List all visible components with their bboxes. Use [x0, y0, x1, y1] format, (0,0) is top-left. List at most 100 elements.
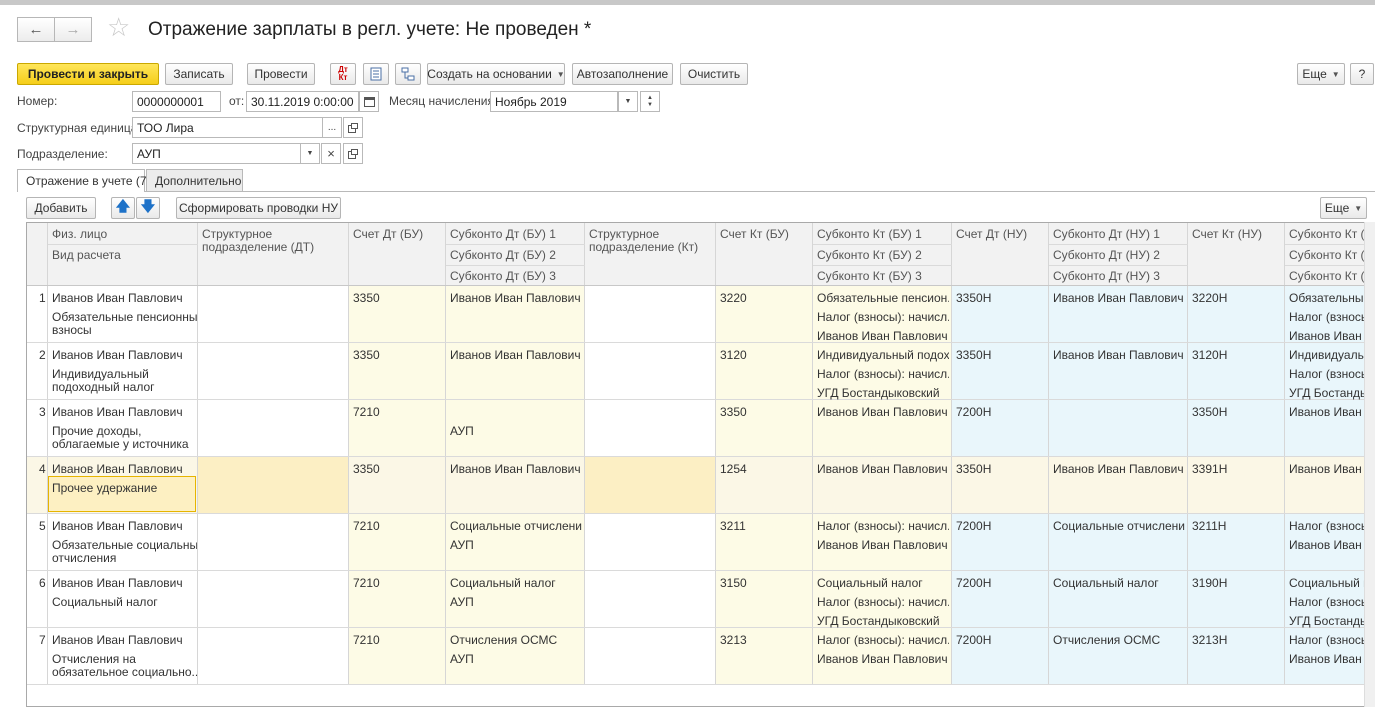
- cell-dt-bu: 7210: [353, 406, 380, 419]
- department-clear-button[interactable]: ×: [321, 143, 341, 164]
- favorite-star-icon[interactable]: ☆: [107, 14, 130, 40]
- header-subline: [813, 265, 952, 266]
- header-struct-dt-2[interactable]: подразделение (ДТ): [202, 240, 342, 254]
- hierarchy-icon: [401, 67, 415, 81]
- back-button[interactable]: ←: [17, 17, 55, 42]
- unit-open-button[interactable]: [343, 117, 363, 138]
- cell-sub-kt-nu-1: Индивидуальны: [1289, 349, 1373, 362]
- structure-button[interactable]: [395, 63, 421, 85]
- cell-sub-kt-nu-2: Иванов Иван П: [1289, 653, 1373, 666]
- cell-dt-nu: 7200Н: [956, 577, 992, 590]
- cell-sub-kt-nu-2: Налог (взносы): [1289, 596, 1373, 609]
- cell-calc-type: Индивидуальный: [52, 368, 149, 381]
- cell-dt-bu: 7210: [353, 634, 380, 647]
- column-divider: [1284, 223, 1285, 685]
- cell-sub-kt-bu-1: Индивидуальный подох...: [817, 349, 949, 362]
- header-sub-kt-bu-3[interactable]: Субконто Кт (БУ) 3: [817, 269, 947, 283]
- dt-kt-button[interactable]: Дт Кт: [330, 63, 356, 85]
- header-dt-bu[interactable]: Счет Дт (БУ): [353, 227, 443, 241]
- cell-sub-kt-bu-1: Налог (взносы): начисл...: [817, 520, 949, 533]
- tab-additional[interactable]: Дополнительно: [146, 169, 243, 191]
- month-label: Месяц начисления:: [389, 94, 498, 108]
- move-down-button[interactable]: 🡇: [136, 197, 160, 219]
- report-button[interactable]: [363, 63, 389, 85]
- header-struct-kt[interactable]: Структурное: [589, 227, 714, 241]
- department-open-button[interactable]: [343, 143, 363, 164]
- cell-sub-kt-bu-3: УГД Бостандыковский: [817, 615, 940, 628]
- header-sub-dt-nu-1[interactable]: Субконто Дт (НУ) 1: [1053, 227, 1183, 241]
- department-dropdown-button[interactable]: ▼: [300, 143, 320, 164]
- header-sub-kt-nu-1[interactable]: Субконто Кт (НУ) 1: [1289, 227, 1371, 241]
- post-button[interactable]: Провести: [247, 63, 315, 85]
- cell-sub-dt-nu-1: Отчисления ОСМС: [1053, 634, 1161, 647]
- header-struct-dt[interactable]: Структурное: [202, 227, 342, 241]
- header-sub-dt-nu-2[interactable]: Субконто Дт (НУ) 2: [1053, 248, 1183, 262]
- vertical-scrollbar[interactable]: [1364, 222, 1375, 707]
- more-menu-button[interactable]: Еще ▼: [1297, 63, 1345, 85]
- month-field[interactable]: Ноябрь 2019: [490, 91, 618, 112]
- table-more-button[interactable]: Еще ▼: [1320, 197, 1367, 219]
- save-button[interactable]: Записать: [165, 63, 233, 85]
- cell-sub-kt-bu-2: Налог (взносы): начисл...: [817, 368, 949, 381]
- header-person[interactable]: Физ. лицо: [52, 227, 192, 241]
- cell-calc-type-2: взносы: [52, 324, 92, 337]
- help-button[interactable]: ?: [1350, 63, 1374, 85]
- autofill-button[interactable]: Автозаполнение: [572, 63, 673, 85]
- calendar-button[interactable]: [359, 91, 379, 112]
- row-number: 3: [39, 406, 46, 419]
- cell-sub-kt-nu-1: Налог (взносы): [1289, 634, 1373, 647]
- column-divider: [1048, 223, 1049, 685]
- row-number: 1: [39, 292, 46, 305]
- move-up-button[interactable]: 🡅: [111, 197, 135, 219]
- cell-dt-bu: 3350: [353, 463, 380, 476]
- add-row-button[interactable]: Добавить: [26, 197, 96, 219]
- tab-accounting[interactable]: Отражение в учете (7): [17, 169, 151, 192]
- cell-sub-kt-bu-3: Иванов Иван Павлович: [817, 330, 948, 343]
- cell-sub-dt-nu-1: Иванов Иван Павлович: [1053, 463, 1184, 476]
- row-number: 2: [39, 349, 46, 362]
- cell-kt-bu: 3350: [720, 406, 747, 419]
- header-sub-kt-bu-2[interactable]: Субконто Кт (БУ) 2: [817, 248, 947, 262]
- cell-sub-dt-bu-1: Иванов Иван Павлович: [450, 292, 581, 305]
- header-dt-nu[interactable]: Счет Дт (НУ): [956, 227, 1046, 241]
- header-bottom-line: [27, 285, 1375, 286]
- cell-dt-bu: 7210: [353, 577, 380, 590]
- generate-nu-entries-button[interactable]: Сформировать проводки НУ: [176, 197, 341, 219]
- cell-calc-type-2: обязательное социально...: [52, 666, 197, 679]
- post-and-close-button[interactable]: Провести и закрыть: [17, 63, 159, 85]
- cell-person: Иванов Иван Павлович: [52, 349, 183, 362]
- cell-sub-dt-bu-1: Отчисления ОСМС: [450, 634, 558, 647]
- header-sub-dt-bu-1[interactable]: Субконто Дт (БУ) 1: [450, 227, 580, 241]
- header-sub-kt-bu-1[interactable]: Субконто Кт (БУ) 1: [817, 227, 947, 241]
- unit-label: Структурная единица:: [17, 121, 141, 135]
- cell-kt-nu: 3190Н: [1192, 577, 1228, 590]
- cell-kt-bu: 3220: [720, 292, 747, 305]
- header-calc-type[interactable]: Вид расчета: [52, 248, 192, 262]
- clear-button[interactable]: Очистить: [680, 63, 748, 85]
- date-label: от:: [229, 94, 245, 108]
- header-sub-kt-nu-3[interactable]: Субконто Кт (НУ) 3: [1289, 269, 1371, 283]
- unit-field[interactable]: ТОО Лира: [132, 117, 323, 138]
- header-sub-dt-bu-3[interactable]: Субконто Дт (БУ) 3: [450, 269, 580, 283]
- forward-button[interactable]: →: [54, 17, 92, 42]
- entries-table[interactable]: Физ. лицо Вид расчета Структурное подраздел…: [26, 222, 1375, 707]
- header-sub-dt-nu-3[interactable]: Субконто Дт (НУ) 3: [1053, 269, 1183, 283]
- month-dropdown-button[interactable]: ▼: [618, 91, 638, 112]
- cell-dt-nu: 7200Н: [956, 406, 992, 419]
- header-kt-bu[interactable]: Счет Кт (БУ): [720, 227, 810, 241]
- number-field[interactable]: 0000000001: [132, 91, 221, 112]
- header-subline: [1049, 244, 1188, 245]
- header-sub-kt-nu-2[interactable]: Субконто Кт (НУ) 2: [1289, 248, 1371, 262]
- cell-sub-dt-bu-1: Иванов Иван Павлович: [450, 349, 581, 362]
- header-struct-kt-2[interactable]: подразделение (Кт): [589, 240, 714, 254]
- unit-select-button[interactable]: ...: [322, 117, 342, 138]
- header-sub-dt-bu-2[interactable]: Субконто Дт (БУ) 2: [450, 248, 580, 262]
- month-spinner[interactable]: ▲ ▼: [640, 91, 660, 112]
- row-number: 7: [39, 634, 46, 647]
- cell-kt-bu: 3120: [720, 349, 747, 362]
- date-field[interactable]: 30.11.2019 0:00:00: [246, 91, 359, 112]
- header-kt-nu[interactable]: Счет Кт (НУ): [1192, 227, 1282, 241]
- department-field[interactable]: АУП: [132, 143, 302, 164]
- cell-sub-dt-nu-1: Социальный налог: [1053, 577, 1159, 590]
- create-based-on-button[interactable]: Создать на основании ▼: [427, 63, 565, 85]
